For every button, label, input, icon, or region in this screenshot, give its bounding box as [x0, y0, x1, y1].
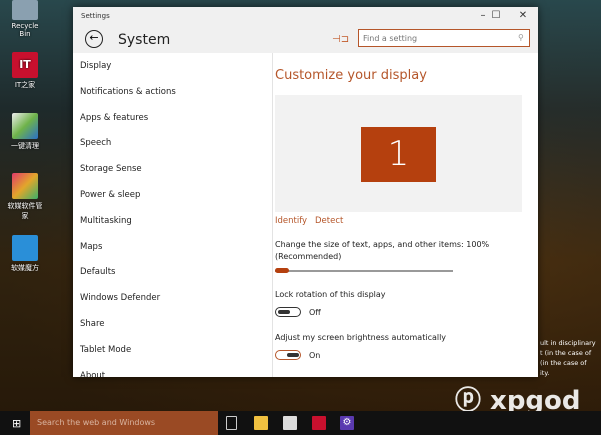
close-button[interactable]: ✕ [513, 10, 533, 21]
title-bar: Settings – ☐ ✕ ← System ⊣⊐ ⚲ [73, 7, 538, 53]
lock-rotation-label: Lock rotation of this display [275, 290, 386, 299]
desktop-icon-rubik[interactable]: 软媒魔方 [6, 235, 44, 273]
lock-rotation-state: Off [309, 308, 321, 317]
scale-label: Change the size of text, apps, and other… [275, 240, 490, 249]
sidebar-item-defaults[interactable]: Defaults [73, 259, 272, 285]
icon-label: IT之家 [14, 81, 36, 89]
sidebar-item-speech[interactable]: Speech [73, 130, 272, 156]
back-arrow-icon[interactable]: ← [85, 30, 103, 48]
desktop-icon-ithome[interactable]: IT IT之家 [6, 52, 44, 90]
ithome-taskbar-icon[interactable] [312, 416, 326, 430]
brightness-state: On [309, 351, 321, 360]
sidebar-item-display[interactable]: Display [73, 53, 272, 79]
identify-link[interactable]: Identify [275, 216, 307, 226]
sidebar-item-notifications[interactable]: Notifications & actions [73, 79, 272, 105]
display-panel: Customize your display 1 Identify Detect… [275, 53, 538, 377]
notice-line: ult in disciplinary [540, 339, 596, 347]
sidebar-item-multitasking[interactable]: Multitasking [73, 208, 272, 234]
taskbar-search[interactable]: Search the web and Windows [30, 411, 218, 435]
slider-thumb[interactable] [275, 268, 289, 273]
taskbar: ⊞ Search the web and Windows ⚙ [0, 411, 601, 435]
icon-label: 软媒软件管家 [7, 202, 43, 220]
scale-slider[interactable] [275, 268, 453, 273]
desktop-icon-software-manager[interactable]: 软媒软件管家 [6, 173, 44, 221]
settings-gear-icon[interactable]: ⚙ [340, 416, 354, 430]
desktop-icon-cleanup[interactable]: 一键清理 [6, 113, 44, 151]
notice-line: t (in the case of [540, 349, 592, 357]
desktop-icon-recycle-bin[interactable]: Recycle Bin [6, 0, 44, 38]
section-title: Customize your display [275, 68, 427, 83]
pin-icon[interactable]: ⊣⊐ [332, 34, 349, 45]
notice-line: (in the case of [540, 359, 587, 367]
windows-start-icon[interactable]: ⊞ [12, 417, 21, 430]
page-title: System [118, 32, 171, 48]
brightness-toggle[interactable] [275, 350, 301, 360]
lock-rotation-toggle[interactable] [275, 307, 301, 317]
scale-note: (Recommended) [275, 252, 342, 261]
desktop-notice-text: ult in disciplinary t (in the case of (in … [540, 338, 596, 378]
icon-label: 软媒魔方 [11, 264, 39, 272]
search-icon: ⚲ [518, 33, 524, 42]
sidebar-item-maps[interactable]: Maps [73, 234, 272, 260]
monitor-1[interactable]: 1 [361, 127, 436, 182]
icon-label: 一键清理 [11, 142, 39, 150]
settings-window: Settings – ☐ ✕ ← System ⊣⊐ ⚲ Display Not… [73, 7, 538, 377]
notice-line: ity. [540, 369, 550, 377]
file-explorer-icon[interactable] [254, 416, 268, 430]
sidebar: Display Notifications & actions Apps & f… [73, 53, 273, 377]
maximize-button[interactable]: ☐ [486, 10, 506, 21]
brightness-label: Adjust my screen brightness automaticall… [275, 333, 447, 342]
sidebar-item-defender[interactable]: Windows Defender [73, 285, 272, 311]
icon-label: Recycle Bin [11, 22, 39, 38]
search-input[interactable] [358, 29, 530, 47]
detect-link[interactable]: Detect [315, 216, 343, 226]
display-preview: 1 [275, 95, 522, 212]
store-icon[interactable] [283, 416, 297, 430]
task-view-icon[interactable] [226, 416, 237, 430]
window-title: Settings [81, 12, 110, 20]
sidebar-item-power[interactable]: Power & sleep [73, 182, 272, 208]
sidebar-item-tablet[interactable]: Tablet Mode [73, 337, 272, 363]
sidebar-item-about[interactable]: About [73, 363, 272, 377]
sidebar-item-storage[interactable]: Storage Sense [73, 156, 272, 182]
sidebar-item-share[interactable]: Share [73, 311, 272, 337]
sidebar-item-apps[interactable]: Apps & features [73, 105, 272, 131]
